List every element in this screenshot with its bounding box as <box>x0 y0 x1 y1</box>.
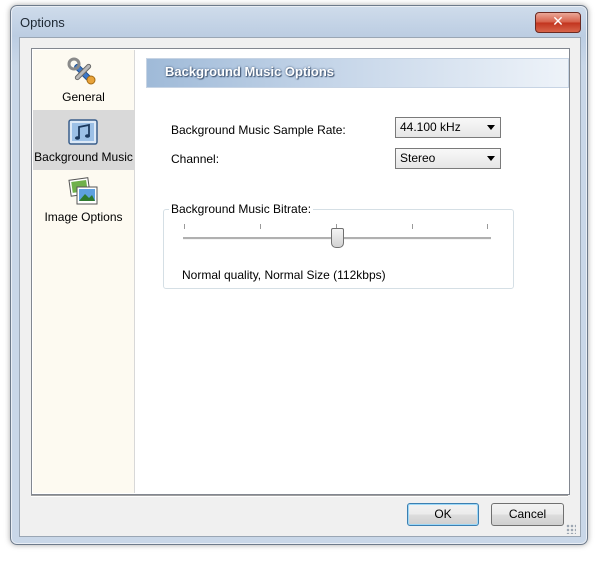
images-icon <box>68 177 98 205</box>
bitrate-status: Normal quality, Normal Size (112kbps) <box>182 268 386 282</box>
content-box: General Background Music Image Options B… <box>31 48 570 495</box>
panel-header-title: Background Music Options <box>165 64 335 79</box>
sidebar-item-label: Image Options <box>44 210 123 224</box>
window-title: Options <box>20 15 65 30</box>
sidebar: General Background Music Image Options <box>33 50 135 493</box>
options-window: Options ✕ General Background Music Image… <box>10 5 588 545</box>
channel-label: Channel: <box>171 152 220 166</box>
dialog-client-area: General Background Music Image Options B… <box>19 37 581 537</box>
bitrate-slider-thumb[interactable] <box>331 228 344 248</box>
sidebar-item-image-options[interactable]: Image Options <box>33 170 134 230</box>
chevron-down-icon <box>487 156 495 161</box>
sample-rate-value: 44.100 kHz <box>400 120 461 134</box>
slider-tick <box>260 224 261 229</box>
music-icon <box>68 119 98 145</box>
channel-value: Stereo <box>400 151 436 165</box>
tools-icon <box>67 57 96 85</box>
chevron-down-icon <box>487 125 495 130</box>
sidebar-item-label: General <box>62 90 105 104</box>
panel-header: Background Music Options <box>146 58 569 88</box>
divider <box>31 495 568 497</box>
ok-button[interactable]: OK <box>407 503 479 526</box>
sample-rate-dropdown[interactable]: 44.100 kHz <box>395 117 501 138</box>
slider-tick <box>487 224 488 229</box>
sample-rate-label: Background Music Sample Rate: <box>171 123 346 137</box>
channel-dropdown[interactable]: Stereo <box>395 148 501 169</box>
slider-tick <box>184 224 185 229</box>
bitrate-label: Background Music Bitrate: <box>169 202 314 216</box>
sidebar-item-label: Background Music <box>34 150 133 164</box>
sidebar-item-general[interactable]: General <box>33 50 134 110</box>
close-button[interactable]: ✕ <box>535 12 581 33</box>
slider-tick <box>412 224 413 229</box>
resize-grip[interactable] <box>566 524 576 534</box>
cancel-button[interactable]: Cancel <box>491 503 564 526</box>
sidebar-item-background-music[interactable]: Background Music <box>33 110 134 170</box>
